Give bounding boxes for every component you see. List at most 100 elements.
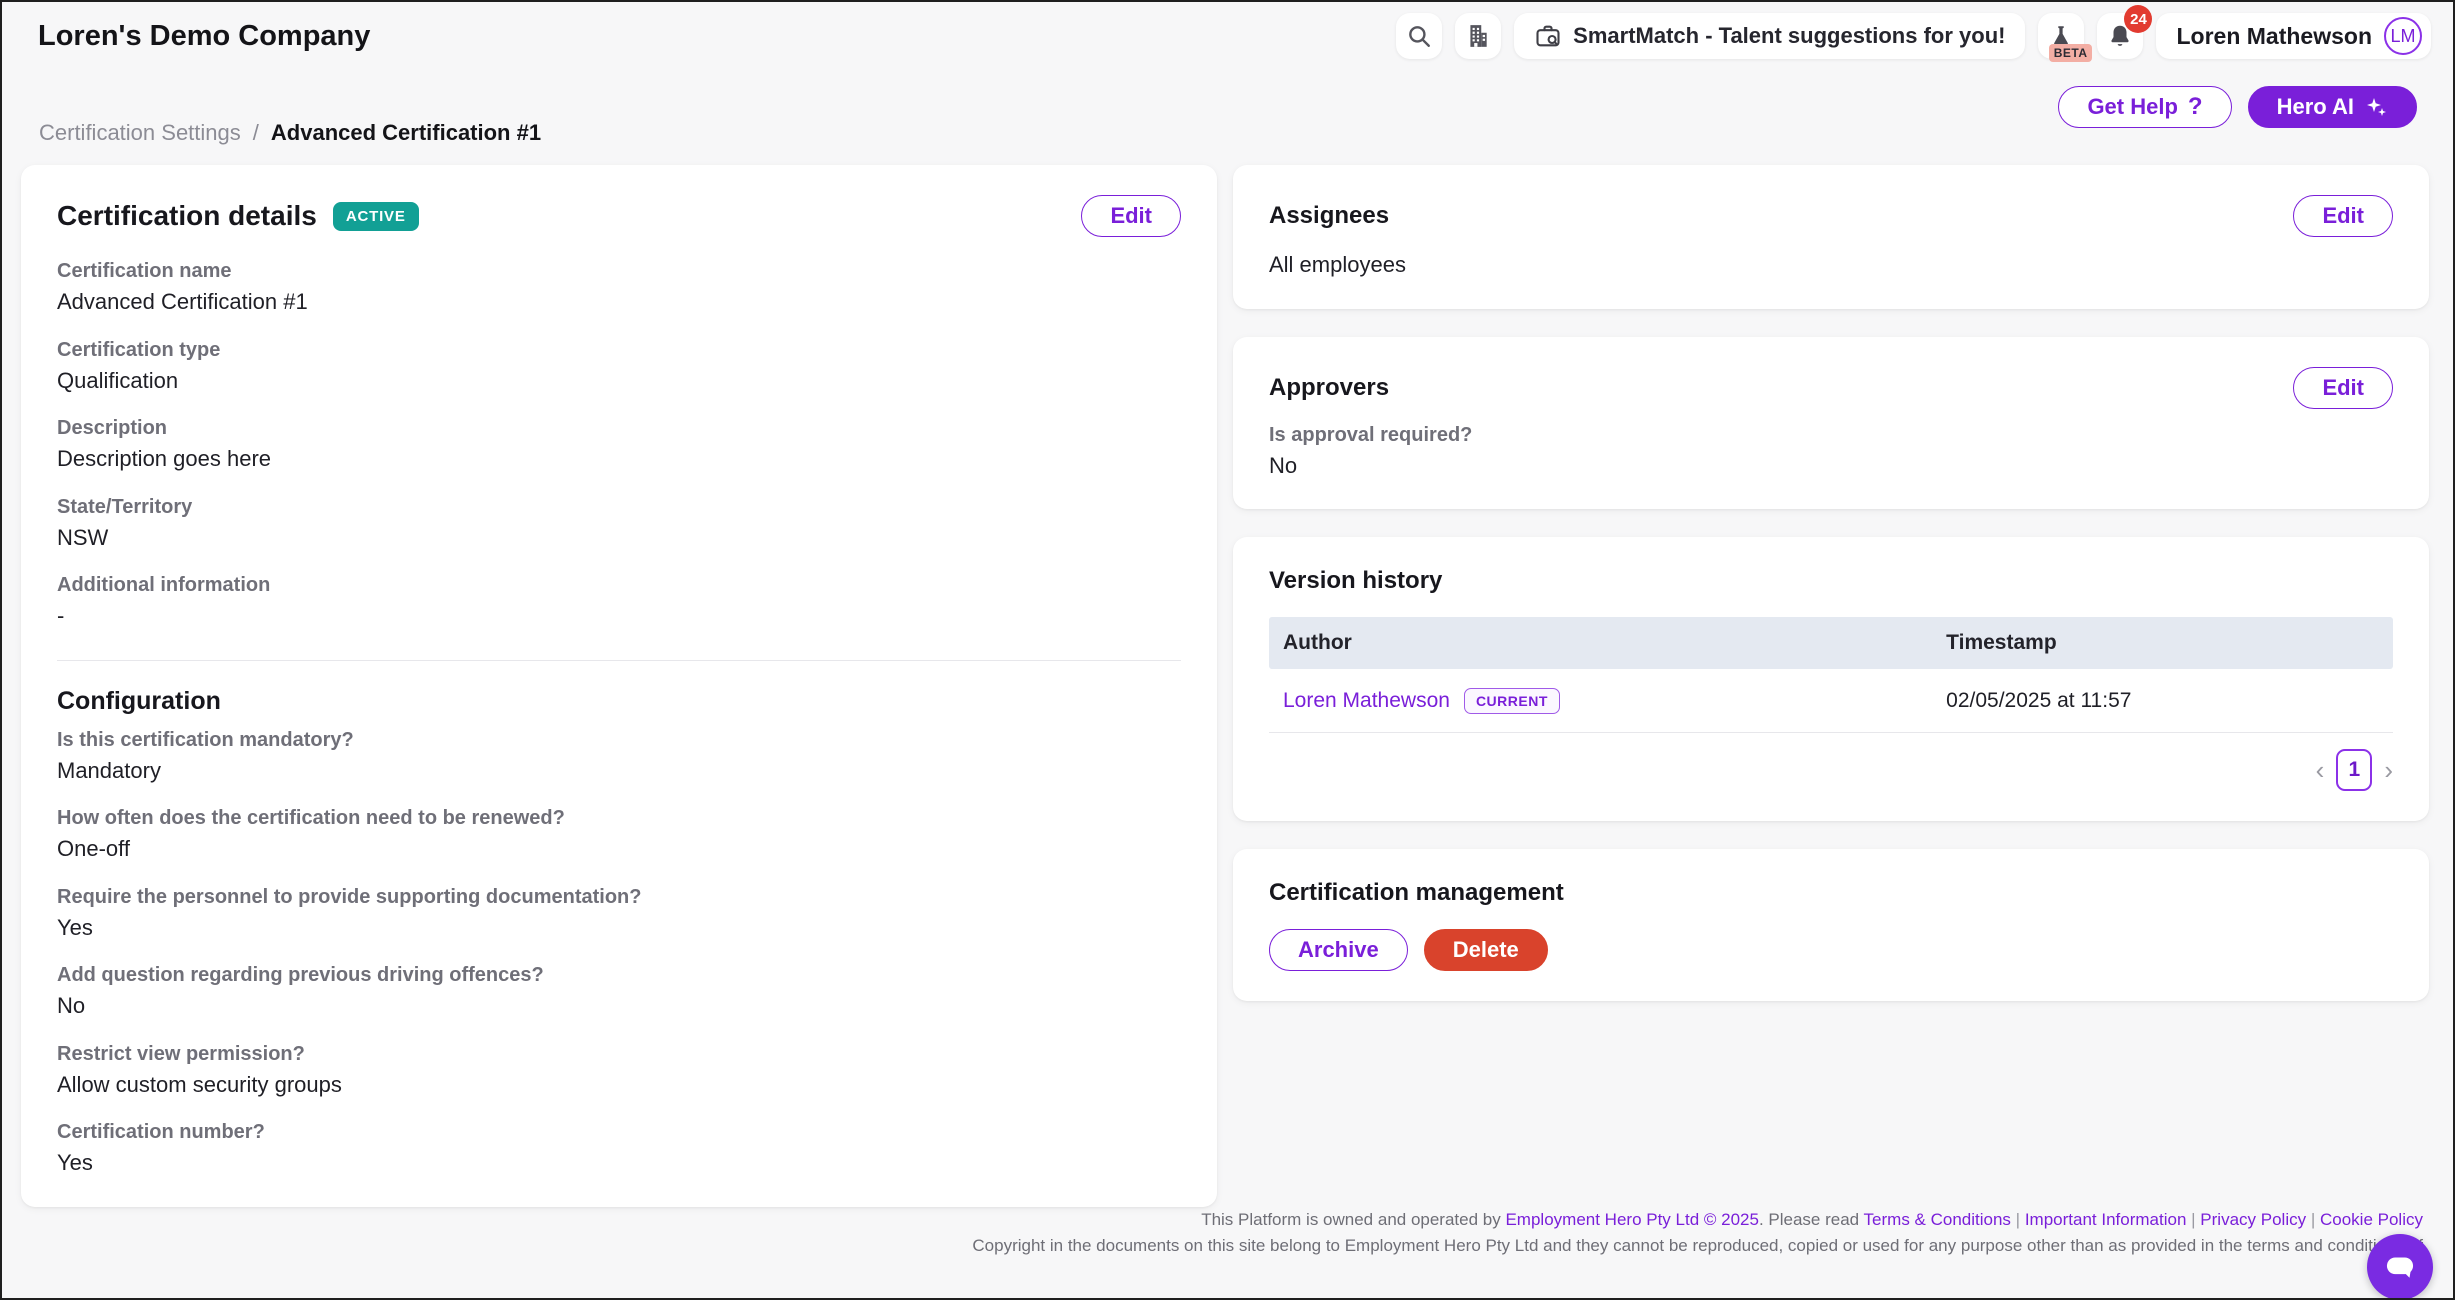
question-icon: ?	[2188, 93, 2203, 121]
status-badge: ACTIVE	[333, 202, 419, 231]
table-row: Loren Mathewson CURRENT 02/05/2025 at 11…	[1269, 669, 2393, 733]
field-certification-name: Certification name Advanced Certificatio…	[57, 259, 1181, 316]
smartmatch-banner[interactable]: SmartMatch - Talent suggestions for you!	[1514, 13, 2025, 59]
app-window: Loren's Demo Company	[0, 0, 2455, 1300]
organisation-button[interactable]	[1455, 13, 1501, 59]
approvers-card: Approvers Edit Is approval required? No	[1233, 337, 2429, 510]
main-content: Certification details ACTIVE Edit Certif…	[21, 165, 2429, 1207]
assignees-value: All employees	[1269, 251, 2393, 279]
important-information-link[interactable]: Important Information	[2025, 1210, 2187, 1229]
footer-separator: |	[2191, 1210, 2195, 1229]
building-icon	[1465, 23, 1491, 49]
privacy-policy-link[interactable]: Privacy Policy	[2200, 1210, 2306, 1229]
pagination: ‹ 1 ›	[1269, 749, 2393, 791]
company-title: Loren's Demo Company	[38, 20, 370, 53]
footer-line-2: Copyright in the documents on this site …	[723, 1233, 2423, 1259]
footer-line-1: This Platform is owned and operated by E…	[723, 1207, 2423, 1233]
field-value: Allow custom security groups	[57, 1071, 1181, 1099]
footer-separator: |	[2016, 1210, 2020, 1229]
field-label: Restrict view permission?	[57, 1042, 1181, 1066]
field-value: No	[57, 992, 1181, 1020]
configuration-section: Configuration Is this certification mand…	[57, 687, 1181, 1177]
assignees-title: Assignees	[1269, 202, 1389, 230]
field-value: Yes	[57, 914, 1181, 942]
page-number-button[interactable]: 1	[2336, 749, 2372, 791]
field-label: Is this certification mandatory?	[57, 728, 1181, 752]
sparkle-icon	[2364, 95, 2388, 119]
footer-text: This Platform is owned and operated by	[1201, 1210, 1505, 1229]
chat-widget-button[interactable]	[2367, 1234, 2433, 1300]
labs-button[interactable]: BETA	[2038, 13, 2084, 59]
breadcrumb-certification-settings[interactable]: Certification Settings	[39, 120, 241, 146]
footer-separator: |	[2311, 1210, 2315, 1229]
employment-hero-link[interactable]: Employment Hero Pty Ltd © 2025	[1505, 1210, 1758, 1229]
field-approval-required: Is approval required? No	[1269, 423, 2393, 480]
user-menu[interactable]: Loren Mathewson LM	[2156, 13, 2431, 59]
notification-count-badge: 24	[2124, 5, 2152, 33]
assignees-edit-button[interactable]: Edit	[2293, 195, 2393, 237]
table-header-row: Author Timestamp	[1269, 617, 2393, 669]
field-additional-information: Additional information -	[57, 573, 1181, 630]
hero-ai-button[interactable]: Hero AI	[2248, 86, 2417, 128]
field-value: -	[57, 602, 1181, 630]
version-history-card: Version history Author Timestamp Loren M…	[1233, 537, 2429, 821]
approvers-edit-button[interactable]: Edit	[2293, 367, 2393, 409]
field-value: No	[1269, 452, 2393, 480]
field-label: State/Territory	[57, 495, 1181, 519]
certification-management-title: Certification management	[1269, 879, 2393, 907]
archive-button[interactable]: Archive	[1269, 929, 1408, 971]
search-icon	[1406, 23, 1432, 49]
previous-page-button[interactable]: ‹	[2316, 757, 2325, 783]
next-page-button[interactable]: ›	[2384, 757, 2393, 783]
field-value: Advanced Certification #1	[57, 288, 1181, 316]
get-help-button[interactable]: Get Help ?	[2058, 86, 2231, 128]
breadcrumb-current: Advanced Certification #1	[271, 120, 541, 146]
legal-footer: This Platform is owned and operated by E…	[723, 1207, 2423, 1260]
notifications-button[interactable]: 24	[2097, 13, 2143, 59]
column-header-author: Author	[1269, 631, 1932, 655]
field-value: One-off	[57, 835, 1181, 863]
right-column: Assignees Edit All employees Approvers E…	[1233, 165, 2429, 1001]
field-value: Qualification	[57, 367, 1181, 395]
current-version-badge: CURRENT	[1464, 688, 1560, 714]
certification-management-card: Certification management Archive Delete	[1233, 849, 2429, 1001]
field-label: How often does the certification need to…	[57, 806, 1181, 830]
field-label: Certification type	[57, 338, 1181, 362]
smartmatch-label: SmartMatch - Talent suggestions for you!	[1573, 23, 2005, 49]
field-mandatory: Is this certification mandatory? Mandato…	[57, 728, 1181, 785]
briefcase-search-icon	[1534, 22, 1562, 50]
delete-button[interactable]: Delete	[1424, 929, 1548, 971]
field-value: Yes	[57, 1149, 1181, 1177]
field-view-permission: Restrict view permission? Allow custom s…	[57, 1042, 1181, 1099]
details-card-title: Certification details	[57, 200, 317, 232]
author-link[interactable]: Loren Mathewson	[1283, 689, 1450, 713]
terms-conditions-link[interactable]: Terms & Conditions	[1864, 1210, 2011, 1229]
timestamp-value: 02/05/2025 at 11:57	[1932, 689, 2393, 713]
version-history-title: Version history	[1269, 567, 2393, 595]
certification-details-card: Certification details ACTIVE Edit Certif…	[21, 165, 1217, 1207]
field-state-territory: State/Territory NSW	[57, 495, 1181, 552]
chat-bubble-icon	[2381, 1248, 2419, 1286]
get-help-label: Get Help	[2087, 94, 2177, 120]
approvers-title: Approvers	[1269, 374, 1389, 402]
configuration-title: Configuration	[57, 687, 1181, 716]
left-column: Certification details ACTIVE Edit Certif…	[21, 165, 1217, 1207]
field-label: Additional information	[57, 573, 1181, 597]
header-toolbar: SmartMatch - Talent suggestions for you!…	[1396, 13, 2431, 59]
field-label: Require the personnel to provide support…	[57, 885, 1181, 909]
field-label: Is approval required?	[1269, 423, 2393, 447]
field-value: NSW	[57, 524, 1181, 552]
breadcrumb: Certification Settings / Advanced Certif…	[39, 120, 541, 146]
beta-badge: BETA	[2049, 44, 2093, 62]
version-history-table: Author Timestamp Loren Mathewson CURRENT…	[1269, 617, 2393, 733]
page-actions: Get Help ? Hero AI	[2058, 86, 2417, 128]
details-edit-button[interactable]: Edit	[1081, 195, 1181, 237]
search-button[interactable]	[1396, 13, 1442, 59]
user-name: Loren Mathewson	[2176, 23, 2372, 50]
section-divider	[57, 660, 1181, 661]
field-label: Description	[57, 416, 1181, 440]
cookie-policy-link[interactable]: Cookie Policy	[2320, 1210, 2423, 1229]
field-label: Certification number?	[57, 1120, 1181, 1144]
field-value: Mandatory	[57, 757, 1181, 785]
field-certification-number: Certification number? Yes	[57, 1120, 1181, 1177]
